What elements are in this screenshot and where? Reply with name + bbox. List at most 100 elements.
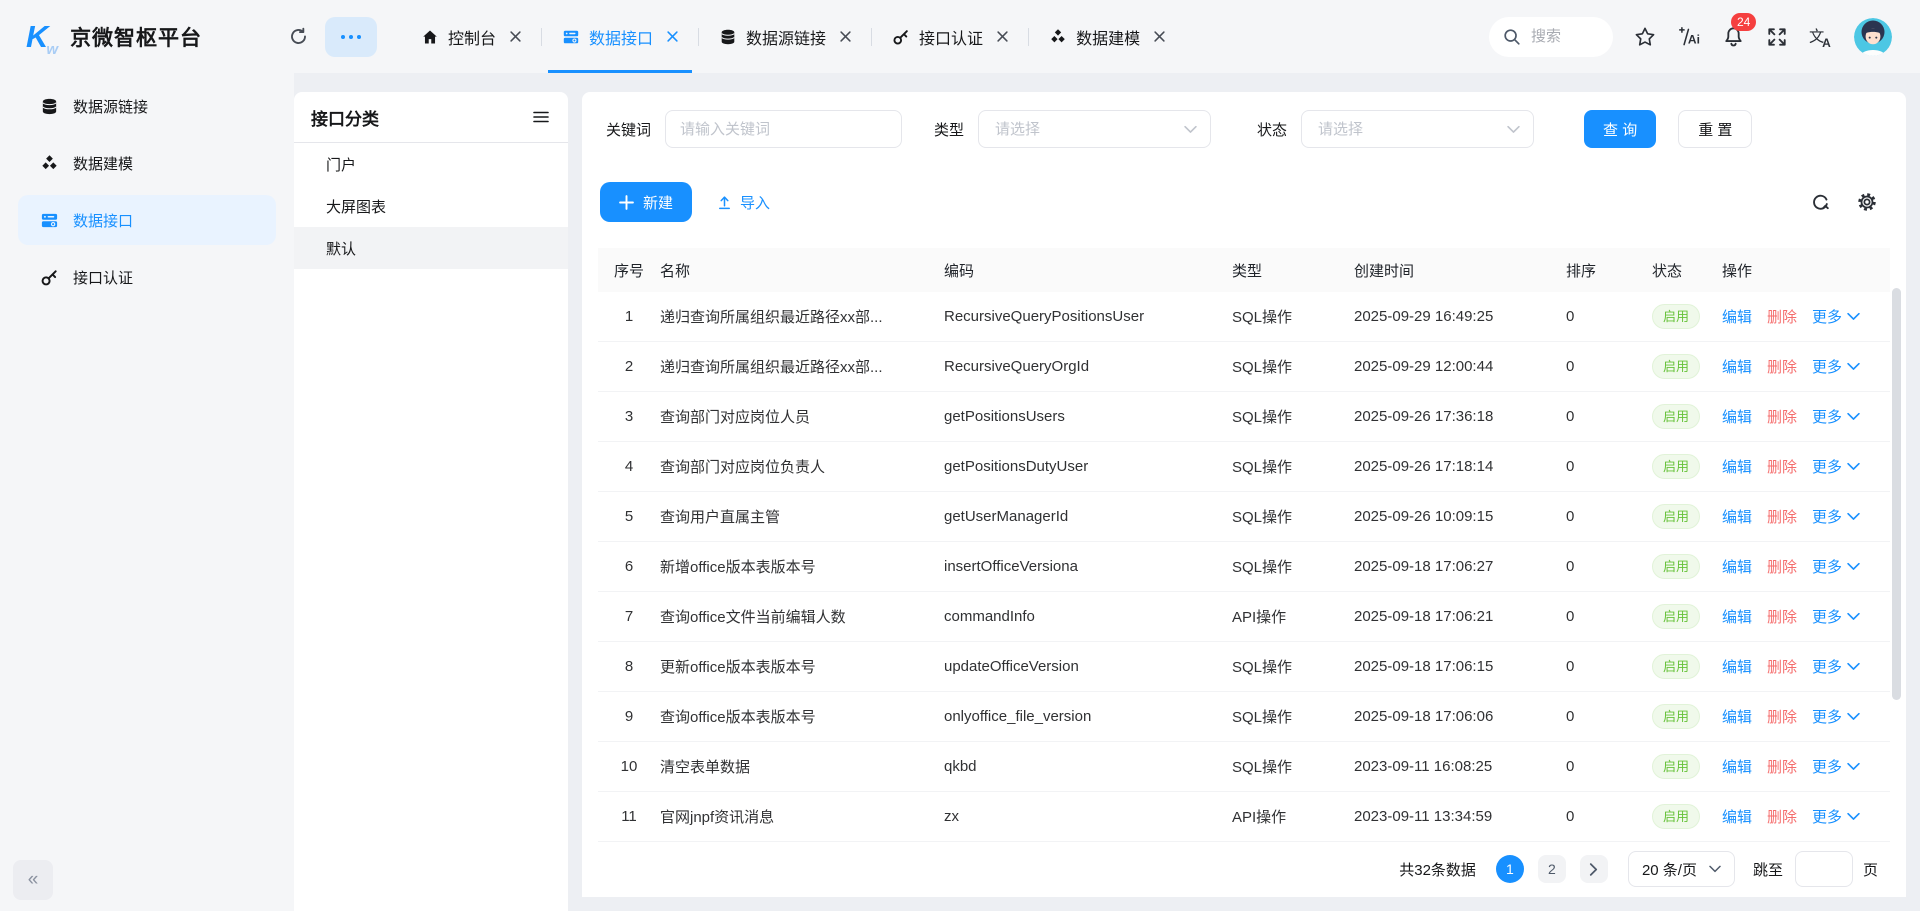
delete-link[interactable]: 删除 bbox=[1767, 806, 1797, 827]
edit-link[interactable]: 编辑 bbox=[1722, 306, 1752, 327]
page-button-1[interactable]: 1 bbox=[1496, 855, 1524, 883]
row-code: RecursiveQueryPositionsUser bbox=[944, 308, 1232, 325]
search-input[interactable] bbox=[1529, 27, 1593, 46]
delete-link[interactable]: 删除 bbox=[1767, 656, 1797, 677]
type-select[interactable] bbox=[978, 110, 1211, 148]
api-icon bbox=[40, 211, 59, 230]
row-sort: 0 bbox=[1566, 508, 1652, 525]
page-size-select[interactable]: 20 条/页 bbox=[1628, 851, 1735, 887]
user-avatar[interactable] bbox=[1854, 18, 1892, 56]
more-link[interactable]: 更多 bbox=[1812, 606, 1860, 627]
key-icon bbox=[40, 268, 59, 287]
tab-api-auth[interactable]: 接口认证 bbox=[878, 0, 1022, 73]
column-settings-gear-icon[interactable] bbox=[1856, 191, 1878, 213]
more-link[interactable]: 更多 bbox=[1812, 806, 1860, 827]
query-button[interactable]: 查 询 bbox=[1584, 110, 1656, 148]
status-select-value[interactable] bbox=[1316, 120, 1476, 139]
edit-link[interactable]: 编辑 bbox=[1722, 706, 1752, 727]
category-item-bigscreen[interactable]: 大屏图表 bbox=[294, 185, 568, 227]
more-tabs-button[interactable] bbox=[325, 17, 377, 57]
status-badge: 启用 bbox=[1652, 454, 1700, 480]
more-link[interactable]: 更多 bbox=[1812, 456, 1860, 477]
tab-data-api[interactable]: 数据接口 bbox=[548, 0, 692, 73]
delete-link[interactable]: 删除 bbox=[1767, 456, 1797, 477]
edit-link[interactable]: 编辑 bbox=[1722, 806, 1752, 827]
category-item-label: 门户 bbox=[326, 154, 356, 175]
status-select[interactable] bbox=[1301, 110, 1534, 148]
more-link-label: 更多 bbox=[1812, 556, 1842, 577]
category-item-portal[interactable]: 门户 bbox=[294, 143, 568, 185]
reset-button[interactable]: 重 置 bbox=[1678, 110, 1752, 148]
row-created-time: 2025-09-29 12:00:44 bbox=[1354, 358, 1566, 375]
edit-link[interactable]: 编辑 bbox=[1722, 556, 1752, 577]
page-size-value: 20 条/页 bbox=[1642, 859, 1697, 880]
tab-data-model[interactable]: 数据建模 bbox=[1035, 0, 1179, 73]
type-select-value[interactable] bbox=[993, 120, 1153, 139]
tab-label: 数据源链接 bbox=[746, 25, 826, 49]
close-icon[interactable] bbox=[667, 31, 678, 42]
sidebar-item-api-auth[interactable]: 接口认证 bbox=[18, 252, 276, 302]
row-type: SQL操作 bbox=[1232, 656, 1354, 677]
edit-link[interactable]: 编辑 bbox=[1722, 656, 1752, 677]
tab-datasource[interactable]: 数据源链接 bbox=[705, 0, 865, 73]
chevron-down-icon bbox=[1847, 612, 1860, 621]
more-link[interactable]: 更多 bbox=[1812, 756, 1860, 777]
col-header-status: 状态 bbox=[1652, 260, 1722, 281]
refresh-tab-icon[interactable] bbox=[288, 26, 309, 47]
delete-link[interactable]: 删除 bbox=[1767, 606, 1797, 627]
table-body: 1 递归查询所属组织最近路径xx部... RecursiveQueryPosit… bbox=[598, 292, 1890, 842]
row-index: 9 bbox=[598, 708, 660, 725]
tab-console[interactable]: 控制台 bbox=[407, 0, 535, 73]
delete-link[interactable]: 删除 bbox=[1767, 506, 1797, 527]
translate-icon[interactable]: 文A bbox=[1809, 25, 1833, 49]
delete-link[interactable]: 删除 bbox=[1767, 406, 1797, 427]
delete-link[interactable]: 删除 bbox=[1767, 756, 1797, 777]
more-link[interactable]: 更多 bbox=[1812, 306, 1860, 327]
edit-link[interactable]: 编辑 bbox=[1722, 506, 1752, 527]
more-link[interactable]: 更多 bbox=[1812, 556, 1860, 577]
sidebar-item-data-api[interactable]: 数据接口 bbox=[18, 195, 276, 245]
favorite-star-icon[interactable] bbox=[1634, 26, 1656, 48]
more-link[interactable]: 更多 bbox=[1812, 656, 1860, 677]
more-link[interactable]: 更多 bbox=[1812, 356, 1860, 377]
category-item-default[interactable]: 默认 bbox=[294, 227, 568, 269]
row-type: SQL操作 bbox=[1232, 556, 1354, 577]
delete-link[interactable]: 删除 bbox=[1767, 556, 1797, 577]
more-link[interactable]: 更多 bbox=[1812, 706, 1860, 727]
close-icon[interactable] bbox=[840, 31, 851, 42]
edit-link[interactable]: 编辑 bbox=[1722, 606, 1752, 627]
row-type: SQL操作 bbox=[1232, 406, 1354, 427]
close-icon[interactable] bbox=[1154, 31, 1165, 42]
notifications-bell-icon[interactable]: 24 bbox=[1722, 25, 1745, 48]
delete-link[interactable]: 删除 bbox=[1767, 306, 1797, 327]
jump-page-input[interactable] bbox=[1795, 851, 1853, 887]
page-button-2[interactable]: 2 bbox=[1538, 855, 1566, 883]
more-link[interactable]: 更多 bbox=[1812, 406, 1860, 427]
delete-link[interactable]: 删除 bbox=[1767, 706, 1797, 727]
search-icon bbox=[1503, 28, 1521, 46]
ai-assistant-icon[interactable]: Ai bbox=[1677, 25, 1701, 49]
vertical-scrollbar-thumb[interactable] bbox=[1892, 288, 1901, 700]
edit-link[interactable]: 编辑 bbox=[1722, 456, 1752, 477]
refresh-table-icon[interactable] bbox=[1810, 192, 1831, 213]
global-search[interactable] bbox=[1489, 17, 1613, 57]
keyword-input[interactable] bbox=[665, 110, 902, 148]
sidebar-item-datasource[interactable]: 数据源链接 bbox=[18, 81, 276, 131]
import-button[interactable]: 导入 bbox=[716, 192, 770, 213]
sidebar-collapse-button[interactable]: « bbox=[13, 860, 53, 900]
category-menu-icon[interactable] bbox=[532, 108, 550, 126]
sidebar-item-data-model[interactable]: 数据建模 bbox=[18, 138, 276, 188]
row-created-time: 2025-09-18 17:06:21 bbox=[1354, 608, 1566, 625]
edit-link[interactable]: 编辑 bbox=[1722, 406, 1752, 427]
delete-link[interactable]: 删除 bbox=[1767, 356, 1797, 377]
edit-link[interactable]: 编辑 bbox=[1722, 756, 1752, 777]
more-link[interactable]: 更多 bbox=[1812, 506, 1860, 527]
col-header-code: 编码 bbox=[944, 260, 1232, 281]
new-button[interactable]: 新建 bbox=[600, 182, 692, 222]
close-icon[interactable] bbox=[997, 31, 1008, 42]
next-page-button[interactable] bbox=[1580, 855, 1608, 883]
row-created-time: 2025-09-29 16:49:25 bbox=[1354, 308, 1566, 325]
fullscreen-icon[interactable] bbox=[1766, 26, 1788, 48]
close-icon[interactable] bbox=[510, 31, 521, 42]
edit-link[interactable]: 编辑 bbox=[1722, 356, 1752, 377]
